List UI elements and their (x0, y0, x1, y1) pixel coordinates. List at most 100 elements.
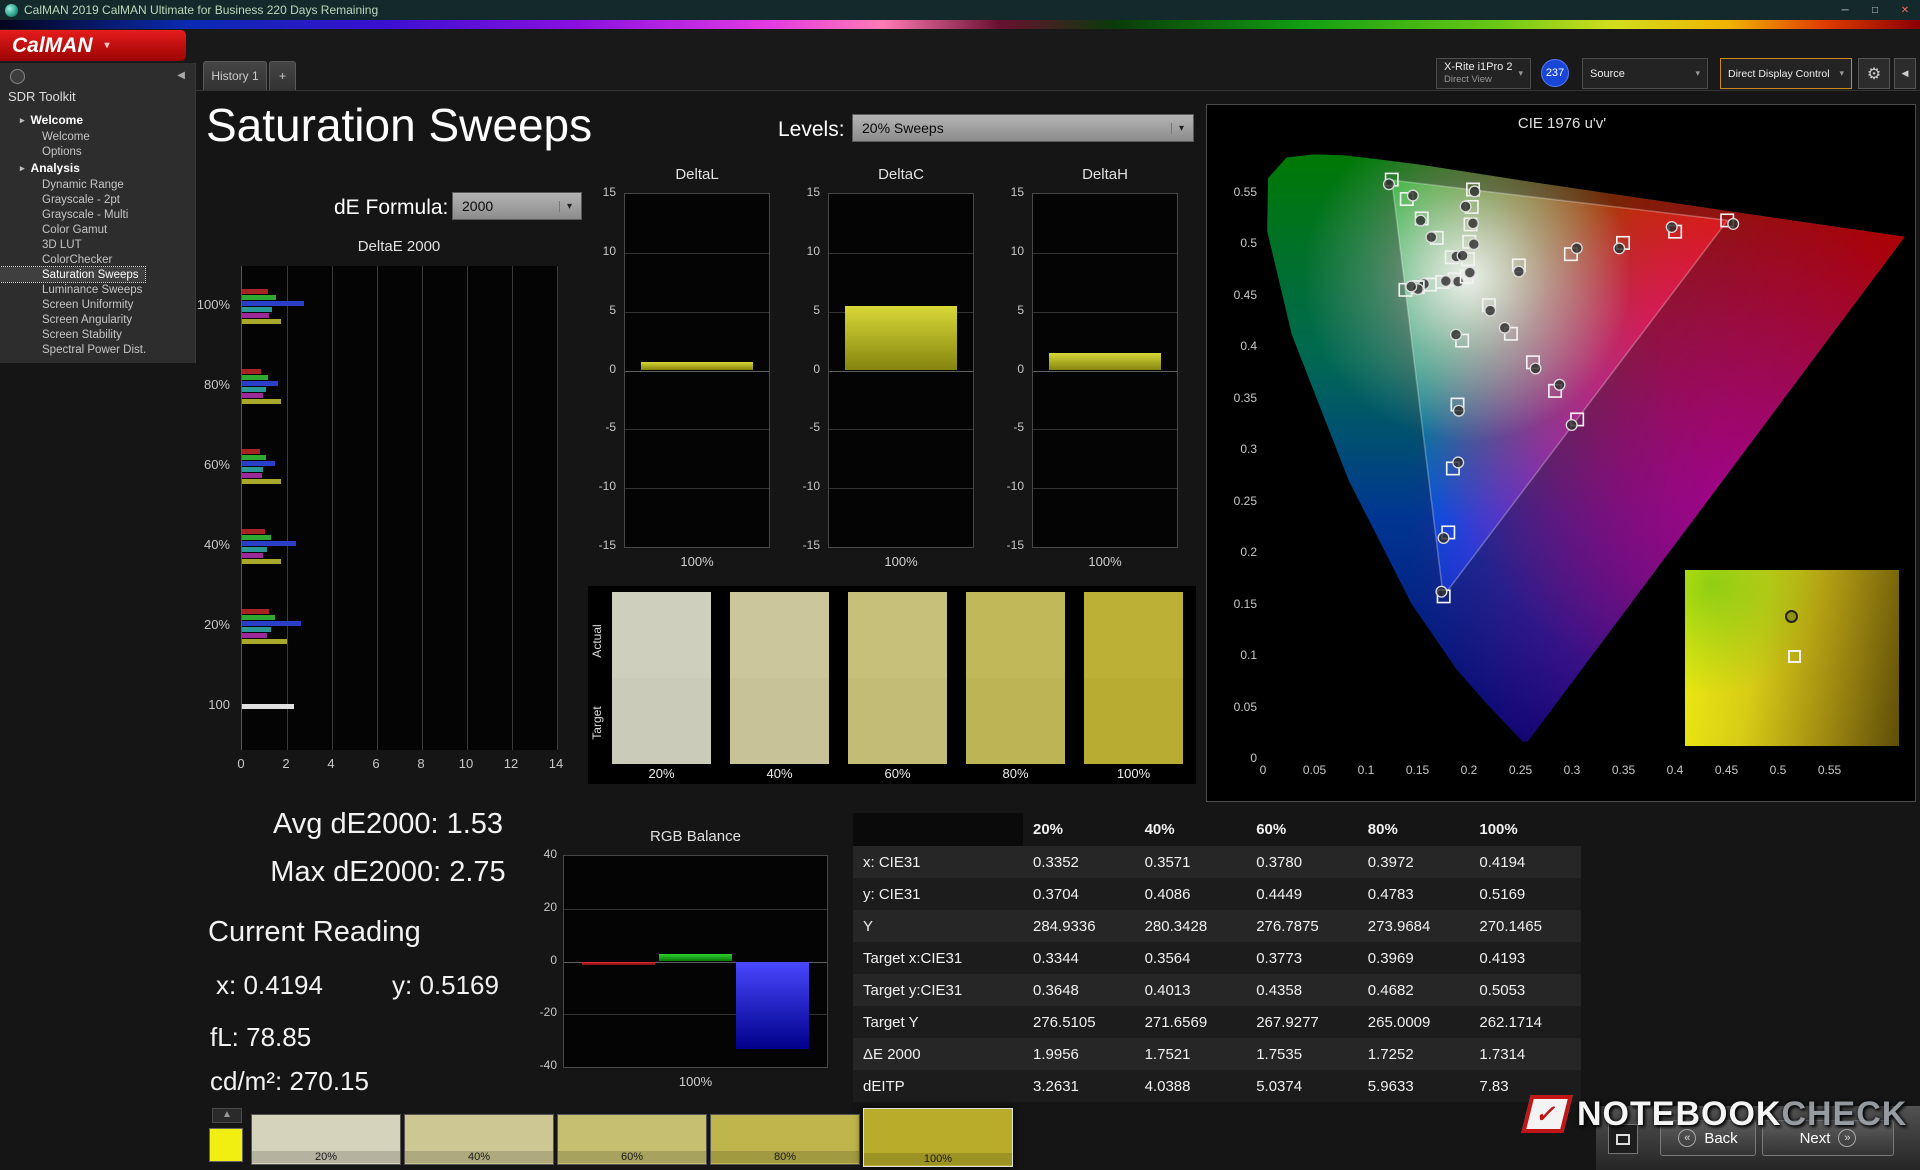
gear-icon: ⚙ (1866, 65, 1882, 83)
meter-select[interactable]: X-Rite i1Pro 2 Direct View ▾ (1436, 58, 1531, 89)
cell-value: 1.7535 (1256, 1045, 1303, 1063)
axis-tick-label: -20 (539, 1005, 557, 1020)
cell-value: 267.9277 (1256, 1013, 1319, 1031)
measurement-count-badge: 237 (1541, 59, 1569, 87)
chevron-down-icon: ▾ (1518, 68, 1523, 78)
bar-cyan (242, 306, 273, 312)
source-select[interactable]: Source ▾ (1582, 58, 1708, 89)
panel-collapse-button[interactable]: ◀ (1894, 58, 1916, 89)
deltah-chart (1032, 193, 1178, 548)
cell-value: 1.7252 (1367, 1045, 1414, 1063)
deltal-chart (624, 193, 770, 548)
axis-tick-label: 0.1 (1240, 648, 1257, 662)
target-row-label: Target (590, 706, 604, 740)
sidebar-item-color-gamut[interactable]: Color Gamut (0, 222, 196, 237)
measured-marker (1456, 249, 1469, 262)
measured-marker (1435, 585, 1448, 598)
bar-magenta (242, 312, 269, 318)
axis-tick-label: -15 (802, 538, 820, 552)
sidebar-item-colorchecker[interactable]: ColorChecker (0, 252, 196, 267)
deltae-chart-title: DeltaE 2000 (357, 238, 441, 255)
measured-marker (1665, 221, 1678, 234)
patch-button-60[interactable]: 60% (557, 1114, 707, 1165)
measured-marker (1467, 238, 1480, 251)
actual-swatch-80 (966, 592, 1065, 678)
patch-label: 20% (252, 1151, 400, 1163)
tree-expand-icon: ▸ (20, 114, 25, 125)
sidebar-title: SDR Toolkit (8, 89, 76, 104)
sidebar-item-grayscale-2pt[interactable]: Grayscale - 2pt (0, 192, 196, 207)
sidebar-item-options[interactable]: Options (0, 144, 196, 159)
axis-tick-label: 10 (602, 243, 616, 258)
tab-history-1[interactable]: History 1 (203, 61, 267, 90)
cell-value: 284.9336 (1033, 917, 1096, 935)
axis-tick-label: -5 (605, 420, 616, 435)
patch-button-20[interactable]: 20% (251, 1114, 401, 1165)
table-row-x-cie31: x: CIE31 0.3352 0.3571 0.3780 0.3972 0.4194 (853, 846, 1581, 878)
axis-tick-label: 20% (203, 617, 230, 632)
bar-green (659, 953, 732, 962)
chevron-down-icon: ▾ (558, 200, 572, 212)
chevron-down-icon: ▾ (104, 40, 110, 51)
sidebar-nav-button[interactable] (10, 69, 25, 84)
gridline (829, 429, 973, 431)
deltae-y-axis: 100% 80% 60% 40% 20% 100 (150, 266, 234, 750)
target-swatch-100 (1084, 678, 1183, 764)
patch-button-100[interactable]: 100% (863, 1108, 1013, 1167)
gridline (625, 370, 769, 372)
settings-button[interactable]: ⚙ (1858, 58, 1890, 89)
axis-tick-label: 6 (372, 756, 380, 771)
cell-value: 0.5053 (1479, 981, 1526, 999)
measured-marker (1449, 328, 1463, 341)
measured-marker (1468, 185, 1481, 198)
bar-magenta (242, 632, 267, 638)
calman-app-icon (5, 3, 18, 17)
axis-tick-label: 0.3 (1563, 763, 1581, 777)
cell-value: 0.4449 (1256, 885, 1303, 903)
add-tab-button[interactable]: + (269, 61, 296, 90)
watermark-text-bold: NOTEBOOK (1577, 1094, 1782, 1133)
sidebar-item-welcome[interactable]: Welcome (0, 129, 196, 144)
minimize-button[interactable]: ─ (1830, 0, 1860, 20)
measured-marker (1463, 266, 1476, 279)
maximize-button[interactable]: □ (1860, 0, 1890, 20)
patch-label: 60% (558, 1151, 706, 1163)
cell-value: 0.5169 (1479, 885, 1526, 903)
table-row-target-x-cie31: Target x:CIE31 0.3344 0.3564 0.3773 0.3969 0.… (853, 942, 1581, 974)
sidebar-item-dynamic-range[interactable]: Dynamic Range (0, 177, 196, 192)
axis-tick-label: 12 (503, 756, 519, 771)
max-de2000: Max dE2000: 2.75 (270, 856, 506, 888)
display-control-select[interactable]: Direct Display Control ▾ (1720, 58, 1852, 89)
de-formula-select[interactable]: 2000 ▾ (452, 192, 582, 220)
gridline (1033, 370, 1177, 372)
measured-marker (1484, 304, 1497, 317)
patch-button-40[interactable]: 40% (404, 1114, 554, 1165)
sidebar-group-analysis[interactable]: ▸ Analysis (0, 159, 196, 177)
sidebar-item-grayscale-multi[interactable]: Grayscale - Multi (0, 207, 196, 222)
cell-value: 276.7875 (1256, 917, 1319, 935)
measured-marker (1437, 531, 1450, 544)
sidebar-group-welcome[interactable]: ▸ Welcome (0, 111, 196, 129)
axis-tick-label: -15 (1006, 538, 1024, 552)
patch-button-80[interactable]: 80% (710, 1114, 860, 1165)
calman-menu-button[interactable]: CalMAN ▾ (0, 30, 186, 61)
levels-select[interactable]: 20% Sweeps ▾ (852, 114, 1194, 142)
sidebar-collapse-icon[interactable]: ◀ (177, 70, 185, 81)
bar-yellow (242, 398, 281, 404)
gridline (467, 266, 468, 750)
bar-green (242, 294, 276, 300)
axis-tick-label: 0.15 (1405, 763, 1430, 777)
close-button[interactable]: ✕ (1890, 0, 1920, 20)
measured-marker (1405, 280, 1418, 293)
deltac-chart (828, 193, 974, 548)
bar-yellow (242, 638, 287, 644)
axis-tick-label: 15 (1010, 185, 1024, 199)
sidebar-item-3d-lut[interactable]: 3D LUT (0, 237, 196, 252)
expand-patches-button[interactable]: ▲ (212, 1108, 242, 1123)
levels-label: Levels: (778, 118, 845, 141)
cell-value: 0.3773 (1256, 949, 1303, 967)
axis-tick-label: -10 (1006, 479, 1024, 494)
gridline (1033, 311, 1177, 313)
sidebar-item-saturation-sweeps[interactable]: Saturation Sweeps (0, 266, 146, 283)
measured-marker (1498, 321, 1511, 334)
